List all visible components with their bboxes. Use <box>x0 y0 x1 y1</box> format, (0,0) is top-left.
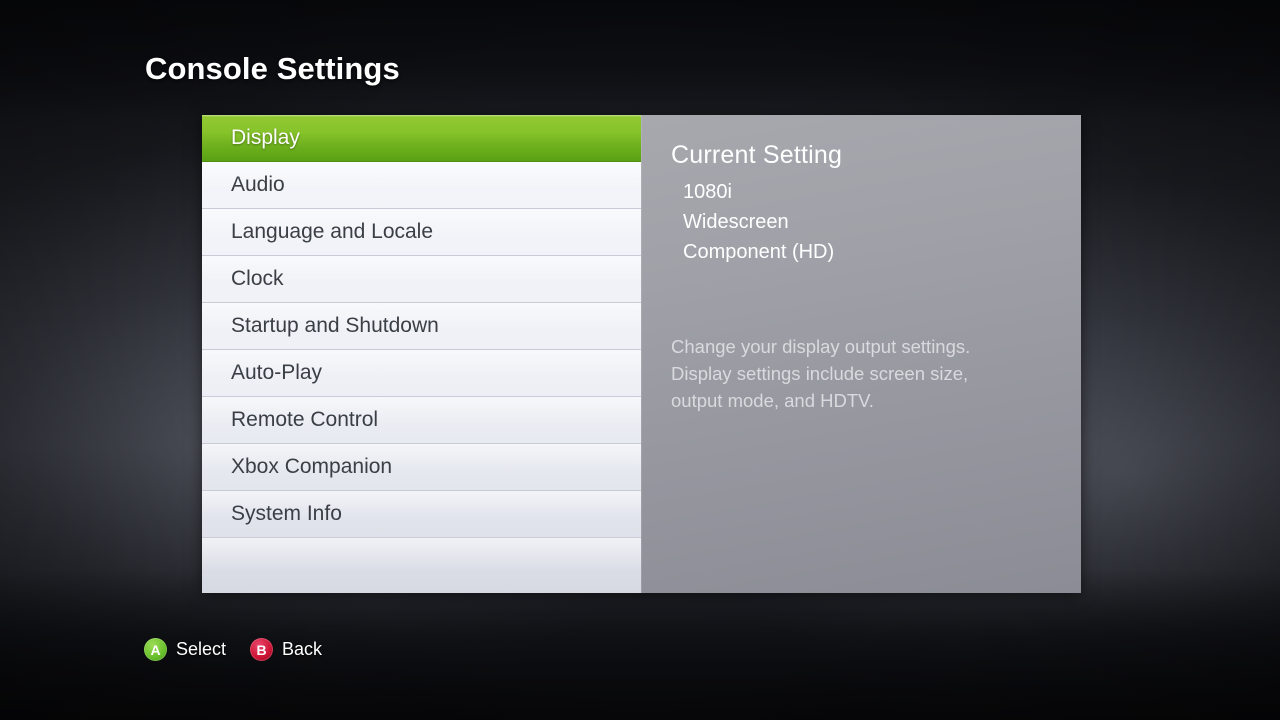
menu-item-clock[interactable]: Clock <box>202 256 641 303</box>
menu-item-startup-and-shutdown[interactable]: Startup and Shutdown <box>202 303 641 350</box>
page-title: Console Settings <box>145 51 400 86</box>
setting-description: Change your display output settings. Dis… <box>671 333 1049 414</box>
menu-item-label: Display <box>231 126 300 149</box>
menu-item-remote-control[interactable]: Remote Control <box>202 397 641 444</box>
menu-item-label: Xbox Companion <box>231 455 393 478</box>
legend-entry-back[interactable]: B Back <box>250 638 322 661</box>
menu-item-empty-filler <box>202 538 641 593</box>
menu-item-xbox-companion[interactable]: Xbox Companion <box>202 444 641 491</box>
console-settings-screen: Console Settings Display Audio Language … <box>0 0 1280 720</box>
legend-entry-select[interactable]: A Select <box>144 638 226 661</box>
a-button-icon: A <box>144 638 167 661</box>
legend-label-select: Select <box>176 639 227 659</box>
settings-menu-list[interactable]: Display Audio Language and Locale Clock … <box>202 115 641 593</box>
setting-value-resolution: 1080i <box>683 181 732 203</box>
description-line: Display settings include screen size, <box>671 363 969 384</box>
current-setting-panel: Current Setting 1080i Widescreen Compone… <box>641 115 1081 593</box>
setting-value-output-mode: Component (HD) <box>683 241 835 263</box>
button-legend: A Select B Back <box>144 638 322 661</box>
menu-item-label: Remote Control <box>231 408 379 431</box>
menu-item-label: Language and Locale <box>231 220 434 243</box>
menu-item-language-and-locale[interactable]: Language and Locale <box>202 209 641 256</box>
menu-item-system-info[interactable]: System Info <box>202 491 641 538</box>
menu-item-label: Clock <box>231 267 284 290</box>
menu-item-auto-play[interactable]: Auto-Play <box>202 350 641 397</box>
menu-item-label: Auto-Play <box>231 361 323 384</box>
setting-value-aspect-ratio: Widescreen <box>683 211 789 233</box>
menu-item-label: Startup and Shutdown <box>231 314 439 337</box>
settings-content-frame: Display Audio Language and Locale Clock … <box>202 115 1081 593</box>
menu-item-label: Audio <box>231 173 285 196</box>
description-line: output mode, and HDTV. <box>671 390 874 411</box>
current-setting-heading: Current Setting <box>671 141 843 169</box>
menu-item-label: System Info <box>231 502 342 525</box>
legend-label-back: Back <box>282 639 323 659</box>
menu-item-audio[interactable]: Audio <box>202 162 641 209</box>
b-button-icon: B <box>250 638 274 661</box>
menu-item-display[interactable]: Display <box>202 115 641 162</box>
description-line: Change your display output settings. <box>671 336 971 357</box>
